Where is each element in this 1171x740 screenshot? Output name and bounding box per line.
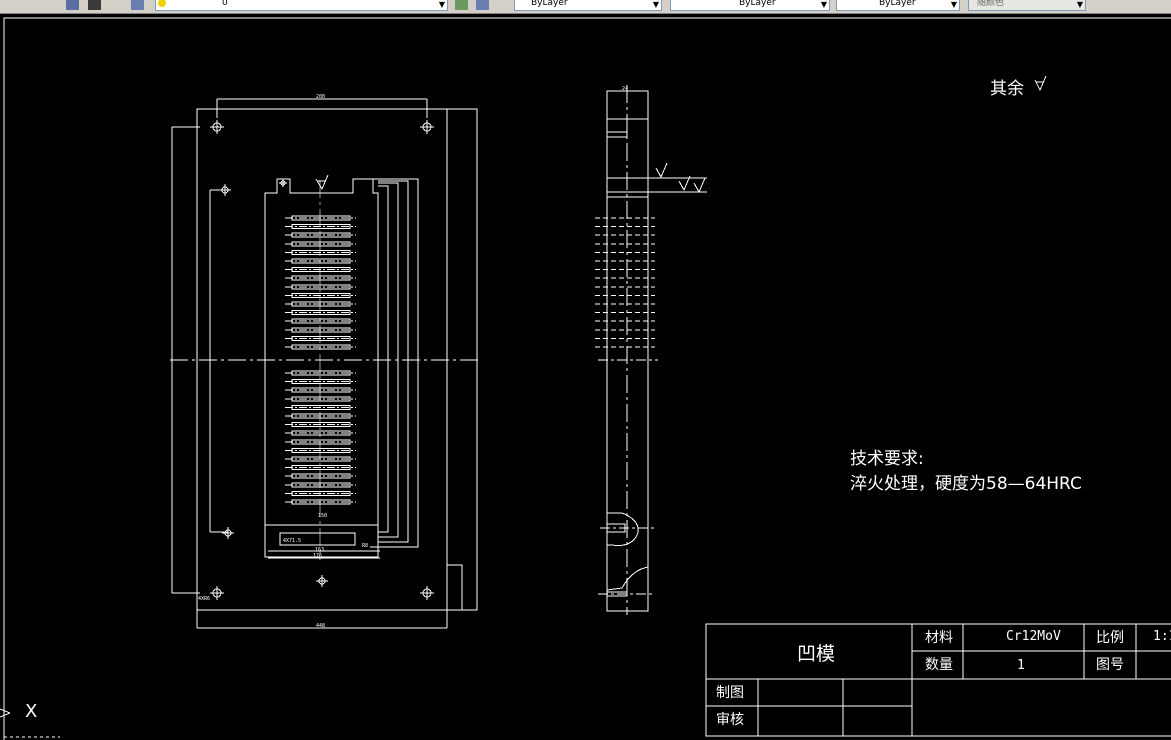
chevron-down-icon: ▼	[820, 0, 827, 9]
checked-label: 审核	[716, 712, 744, 728]
roughness-symbols	[315, 75, 1047, 194]
svg-text:448: 448	[316, 623, 325, 629]
color-value: ByLayer	[531, 0, 568, 8]
side-hidden-lines	[595, 217, 655, 348]
svg-text:R8: R8	[362, 543, 368, 549]
drawing-no-label: 图号	[1096, 657, 1124, 673]
drawing-frame	[3, 17, 1171, 740]
linetype-value: ByLayer	[739, 0, 776, 8]
linetype-dropdown[interactable]: ByLayer ▼	[670, 0, 830, 11]
quantity-label: 数量	[925, 657, 953, 673]
roughness-note: 其余	[990, 79, 1024, 99]
properties-toolbar: 0 ▼ ByLayer ▼ ByLayer ▼ ByLayer ▼ 随颜色 ▼	[0, 0, 1171, 14]
drawn-label: 制图	[716, 685, 744, 701]
layer-previous-icon[interactable]	[88, 0, 101, 10]
scale-value: 1:1	[1153, 629, 1171, 644]
drawing-canvas[interactable]: 200 448 4X71.5 163 176 150 24 4XR6 R8 其余…	[0, 13, 1171, 740]
lineweight-dropdown[interactable]: ByLayer ▼	[836, 0, 960, 11]
chevron-down-icon: ▼	[652, 0, 659, 9]
plotstyle-dropdown[interactable]: 随颜色 ▼	[968, 0, 1086, 11]
part-name: 凹模	[797, 643, 836, 665]
layer-manager-icon[interactable]	[66, 0, 79, 10]
lineweight-value: ByLayer	[879, 0, 916, 8]
cad-drawing: 200 448 4X71.5 163 176 150 24 4XR6 R8	[0, 17, 1171, 740]
layer-match-icon[interactable]	[476, 0, 489, 10]
front-view	[170, 98, 480, 629]
plotstyle-value: 随颜色	[977, 0, 1005, 8]
material-value: Cr12MoV	[1006, 629, 1061, 644]
svg-text:200: 200	[316, 94, 325, 100]
side-view	[598, 85, 707, 615]
make-current-icon[interactable]	[455, 0, 468, 10]
chevron-down-icon: ▼	[438, 0, 445, 9]
scale-label: 比例	[1096, 630, 1124, 646]
svg-text:150: 150	[318, 513, 327, 519]
svg-text:176: 176	[313, 553, 322, 559]
chevron-down-icon: ▼	[950, 0, 957, 9]
svg-text:24: 24	[622, 86, 628, 92]
svg-text:4X71.5: 4X71.5	[283, 538, 301, 544]
color-dropdown[interactable]: ByLayer ▼	[514, 0, 662, 11]
layer-dropdown[interactable]: 0 ▼	[155, 0, 448, 11]
material-label: 材料	[925, 630, 953, 646]
svg-text:4XR6: 4XR6	[198, 596, 210, 602]
bulb-icon	[158, 0, 166, 7]
layer-states-icon[interactable]	[131, 0, 144, 10]
chevron-down-icon: ▼	[1076, 0, 1083, 9]
tech-requirements-title: 技术要求:	[850, 449, 924, 469]
tech-requirements-line: 淬火处理，硬度为58—64HRC	[850, 474, 1082, 494]
quantity-value: 1	[1017, 658, 1025, 673]
layer-value: 0	[222, 0, 228, 8]
ucs-x-label: X	[25, 701, 38, 722]
